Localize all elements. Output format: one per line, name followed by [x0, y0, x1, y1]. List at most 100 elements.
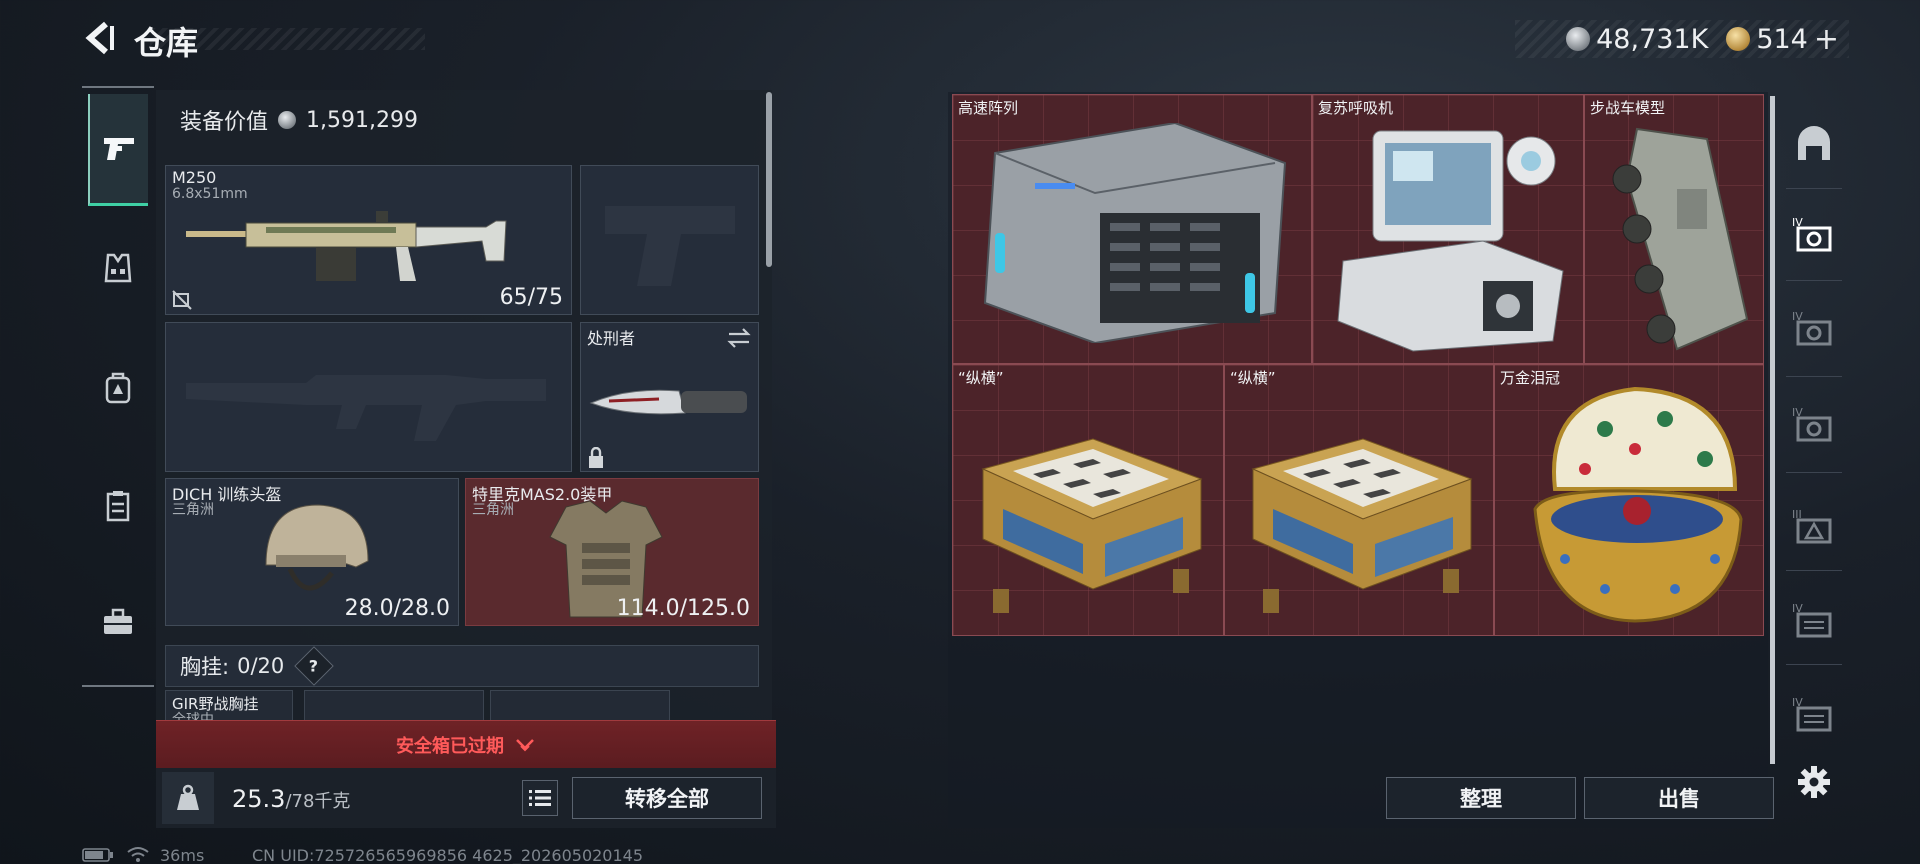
- currency-bar: 48,731K 514 +: [1515, 20, 1849, 58]
- equipment-value-label: 装备价值: [180, 110, 269, 135]
- stash-iii-icon: III: [1792, 508, 1832, 544]
- sell-button[interactable]: 出售: [1584, 777, 1774, 819]
- user-uid: CN UID:725726565969856 4625_202605020145: [252, 846, 644, 864]
- gear-icon: [1798, 766, 1830, 798]
- add-currency-button[interactable]: +: [1814, 22, 1839, 57]
- pistol-icon: [104, 137, 134, 160]
- server-array-icon: [983, 123, 1287, 343]
- chest-rig-help-button[interactable]: ?: [294, 646, 335, 686]
- machine-gun-icon: [186, 211, 507, 281]
- stash-page-4[interactable]: III: [1786, 498, 1842, 554]
- rail-tab-rig[interactable]: [88, 476, 148, 536]
- weapon-name: M250: [172, 168, 217, 187]
- rail-divider: [1786, 472, 1842, 473]
- melee-slot[interactable]: 处刑者: [580, 322, 759, 472]
- equipment-value: 装备价值 1,591,299: [180, 104, 418, 136]
- briefcase-icon: [104, 608, 132, 634]
- no-attachment-icon: [172, 290, 192, 310]
- stash-page-5[interactable]: IV: [1786, 592, 1842, 648]
- stash-page-1[interactable]: IV: [1786, 206, 1842, 262]
- stash-scrollbar[interactable]: [1770, 96, 1775, 764]
- rail-divider: [1786, 664, 1842, 665]
- swap-icon: [727, 328, 751, 348]
- stash-item[interactable]: 万金泪冠: [1494, 364, 1764, 636]
- rail-tab-backpack[interactable]: [88, 358, 148, 418]
- stash-item-label: 高速阵列: [958, 99, 1019, 117]
- chevron-down-icon: [516, 738, 534, 751]
- stash-iv-icon: IV: [1792, 216, 1832, 252]
- armor-durability: 114.0/125.0: [616, 596, 750, 621]
- rail-divider: [1786, 376, 1842, 377]
- stash-page-6[interactable]: IV: [1786, 686, 1842, 742]
- stash-iv-icon: IV: [1792, 602, 1832, 638]
- page-title: 仓库: [134, 24, 199, 62]
- silver-amount: 48,731K: [1596, 23, 1709, 55]
- helmet-slot[interactable]: DICH 训练头盔 三角洲 28.0/28.0: [165, 478, 459, 626]
- help-icon: ?: [309, 656, 319, 676]
- secondary-weapon-slot-empty[interactable]: [165, 322, 572, 472]
- helmet-durability: 28.0/28.0: [344, 596, 450, 621]
- settings-button[interactable]: [1786, 754, 1842, 810]
- chess-box-icon: [981, 438, 1203, 613]
- ventilator-icon: [1337, 130, 1564, 352]
- stash-item[interactable]: 复苏呼吸机: [1312, 94, 1584, 364]
- rail-divider: [82, 685, 154, 687]
- stash-item-label: 复苏呼吸机: [1318, 99, 1394, 117]
- stash-page-overview[interactable]: [1786, 116, 1842, 172]
- safe-box-expired-text: 安全箱已过期: [396, 735, 504, 757]
- rail-divider: [1786, 570, 1842, 571]
- rail-tab-vest[interactable]: [88, 238, 148, 298]
- stash-item[interactable]: 步战车模型: [1584, 94, 1764, 364]
- chest-rig-count: 0/20: [237, 654, 285, 678]
- silver-currency: 48,731K: [1566, 24, 1708, 55]
- weight-icon: [177, 784, 199, 810]
- stash-iv-icon: IV: [1792, 406, 1832, 442]
- gold-amount: 514: [1756, 23, 1808, 55]
- rail-divider: [82, 86, 154, 88]
- melee-name: 处刑者: [587, 329, 636, 348]
- helmet-icon: [265, 504, 369, 591]
- armor-slot[interactable]: 特里克MAS2.0装甲 三角洲 114.0/125.0: [465, 478, 759, 626]
- chess-box-icon: [1251, 438, 1473, 613]
- gold-coin-icon: [1726, 27, 1751, 51]
- stash-item[interactable]: “纵横”: [1224, 364, 1494, 636]
- pistol-silhouette-icon: [605, 206, 735, 286]
- lock-icon: [589, 447, 603, 468]
- weight-icon-box: [162, 772, 214, 824]
- ifv-model-icon: [1612, 127, 1749, 351]
- stash-item[interactable]: “纵横”: [952, 364, 1224, 636]
- silver-coin-icon: [278, 111, 297, 129]
- stash-item-label: 步战车模型: [1590, 99, 1666, 117]
- stash-iv-icon: IV: [1792, 696, 1832, 732]
- battery-icon: [82, 848, 113, 862]
- chest-rig-icon: [106, 491, 130, 522]
- sidearm-slot-empty[interactable]: [580, 165, 759, 315]
- rail-divider: [1786, 188, 1842, 189]
- silver-coin-icon: [1566, 27, 1591, 51]
- primary-weapon-slot[interactable]: M250 6.8x51mm 65/75: [165, 165, 572, 315]
- stash-page-2[interactable]: IV: [1786, 300, 1842, 356]
- stash-item[interactable]: 高速阵列: [952, 94, 1312, 364]
- transfer-all-button[interactable]: 转移全部: [572, 777, 762, 819]
- knife-icon: [589, 389, 747, 415]
- jeweled-egg-icon: [1533, 386, 1743, 623]
- safe-box-expired-banner[interactable]: 安全箱已过期: [156, 720, 776, 768]
- chest-rig-header: 胸挂: 0/20 ?: [165, 645, 759, 687]
- helmet-brand: 三角洲: [172, 502, 214, 518]
- rifle-silhouette-icon: [186, 375, 546, 441]
- stash-iv-icon: IV: [1792, 310, 1832, 346]
- list-view-button[interactable]: [522, 780, 558, 816]
- ping-readout: 36ms: [160, 846, 205, 864]
- sort-button[interactable]: 整理: [1386, 777, 1576, 819]
- rail-tab-case[interactable]: [88, 592, 148, 652]
- equipment-scrollbar[interactable]: [766, 92, 772, 267]
- armor-brand: 三角洲: [472, 502, 514, 518]
- chevron-left-icon: [85, 21, 114, 55]
- arch-icon: [1798, 126, 1830, 160]
- stash-page-3[interactable]: IV: [1786, 396, 1842, 452]
- back-button[interactable]: [80, 18, 120, 58]
- rail-tab-weapon[interactable]: [88, 94, 148, 206]
- stash-item-label: “纵横”: [1230, 369, 1276, 387]
- backpack-icon: [105, 372, 131, 404]
- carry-weight: 25.3/78千克: [232, 785, 350, 813]
